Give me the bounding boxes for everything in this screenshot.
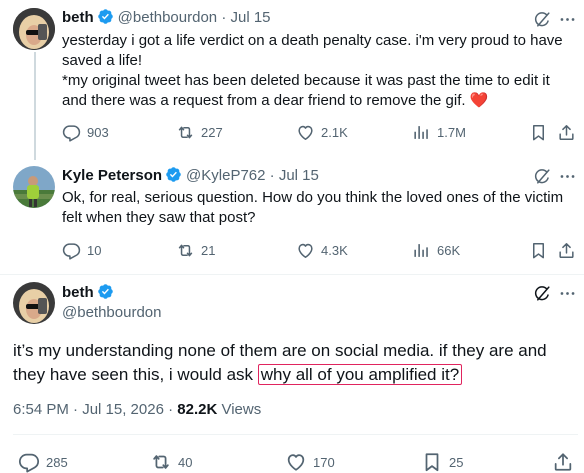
share-icon[interactable] — [557, 241, 576, 260]
retweet-button[interactable]: 40 — [150, 451, 192, 473]
tweet-date[interactable]: Jul 15 — [231, 9, 271, 26]
views-button[interactable]: 1.7M — [412, 123, 466, 142]
verified-icon — [97, 283, 114, 300]
bookmark-icon — [421, 451, 443, 473]
retweet-count: 227 — [201, 125, 223, 140]
share-icon[interactable] — [557, 123, 576, 142]
bookmark-icon[interactable] — [529, 123, 548, 142]
views-icon — [412, 241, 431, 260]
retweet-icon — [150, 451, 172, 473]
like-button[interactable]: 4.3K — [296, 241, 348, 260]
bookmark-button[interactable]: 25 — [421, 451, 463, 473]
handle[interactable]: @KyleP762 — [186, 167, 265, 184]
tweet-timestamp: 6:54 PM · Jul 15, 2026 · 82.2K Views — [13, 401, 261, 418]
retweet-count: 21 — [201, 243, 216, 258]
more-icon[interactable] — [558, 167, 577, 186]
avatar[interactable] — [13, 166, 55, 208]
reply-count: 10 — [87, 243, 102, 258]
reply-count: 903 — [87, 125, 109, 140]
grok-icon[interactable] — [533, 284, 552, 303]
timestamp-text[interactable]: 6:54 PM · Jul 15, 2026 · — [13, 401, 177, 418]
views-icon — [412, 123, 431, 142]
reply-icon — [62, 241, 81, 260]
reply-button[interactable]: 10 — [62, 241, 101, 260]
reply-count: 285 — [46, 454, 68, 470]
display-name[interactable]: beth — [62, 9, 94, 26]
like-icon — [296, 241, 315, 260]
display-name[interactable]: beth — [62, 284, 94, 301]
like-icon — [296, 123, 315, 142]
reply-icon — [18, 451, 40, 473]
heart-emoji: ❤️ — [469, 92, 489, 109]
separator-dot: · — [269, 167, 275, 184]
verified-icon — [97, 8, 114, 25]
views-button[interactable]: 66K — [412, 241, 460, 260]
verified-icon — [165, 166, 182, 183]
tweet-text: it’s my understanding none of them are o… — [13, 339, 578, 387]
like-button[interactable]: 170 — [285, 451, 335, 473]
avatar[interactable] — [13, 282, 55, 324]
like-count: 4.3K — [321, 243, 348, 258]
display-name[interactable]: Kyle Peterson — [62, 167, 162, 184]
retweet-count: 40 — [178, 454, 193, 470]
tweet-text: Ok, for real, serious question. How do y… — [62, 189, 564, 226]
like-count: 170 — [313, 454, 335, 470]
reply-button[interactable]: 285 — [18, 451, 68, 473]
thread-line — [34, 52, 36, 160]
retweet-icon — [176, 241, 195, 260]
bookmark-count: 25 — [449, 454, 464, 470]
reply-button[interactable]: 903 — [62, 123, 109, 142]
divider — [0, 274, 584, 275]
views-count: 1.7M — [437, 125, 466, 140]
reply-icon — [62, 123, 81, 142]
views-count: 82.2K — [177, 401, 218, 418]
share-icon[interactable] — [552, 451, 574, 473]
like-count: 2.1K — [321, 125, 348, 140]
divider — [13, 434, 578, 435]
tweet-line-1: yesterday i got a life verdict on a deat… — [62, 32, 563, 69]
handle[interactable]: @bethbourdon — [62, 303, 161, 323]
separator-dot: · — [221, 9, 227, 26]
views-label: Views — [217, 401, 262, 418]
like-icon — [285, 451, 307, 473]
grok-icon[interactable] — [533, 10, 552, 29]
retweet-icon — [176, 123, 195, 142]
retweet-button[interactable]: 21 — [176, 241, 215, 260]
grok-icon[interactable] — [533, 167, 552, 186]
avatar[interactable] — [13, 8, 55, 50]
tweet-date[interactable]: Jul 15 — [279, 167, 319, 184]
views-count: 66K — [437, 243, 461, 258]
like-button[interactable]: 2.1K — [296, 123, 348, 142]
tweet-line-2: *my original tweet has been deleted beca… — [62, 71, 577, 111]
highlighted-text: why all of you amplified it? — [257, 364, 463, 385]
handle[interactable]: @bethbourdon — [118, 9, 217, 26]
bookmark-icon[interactable] — [529, 241, 548, 260]
tweet-text: yesterday i got a life verdict on a deat… — [62, 31, 577, 111]
more-icon[interactable] — [558, 284, 577, 303]
more-icon[interactable] — [558, 10, 577, 29]
retweet-button[interactable]: 227 — [176, 123, 223, 142]
